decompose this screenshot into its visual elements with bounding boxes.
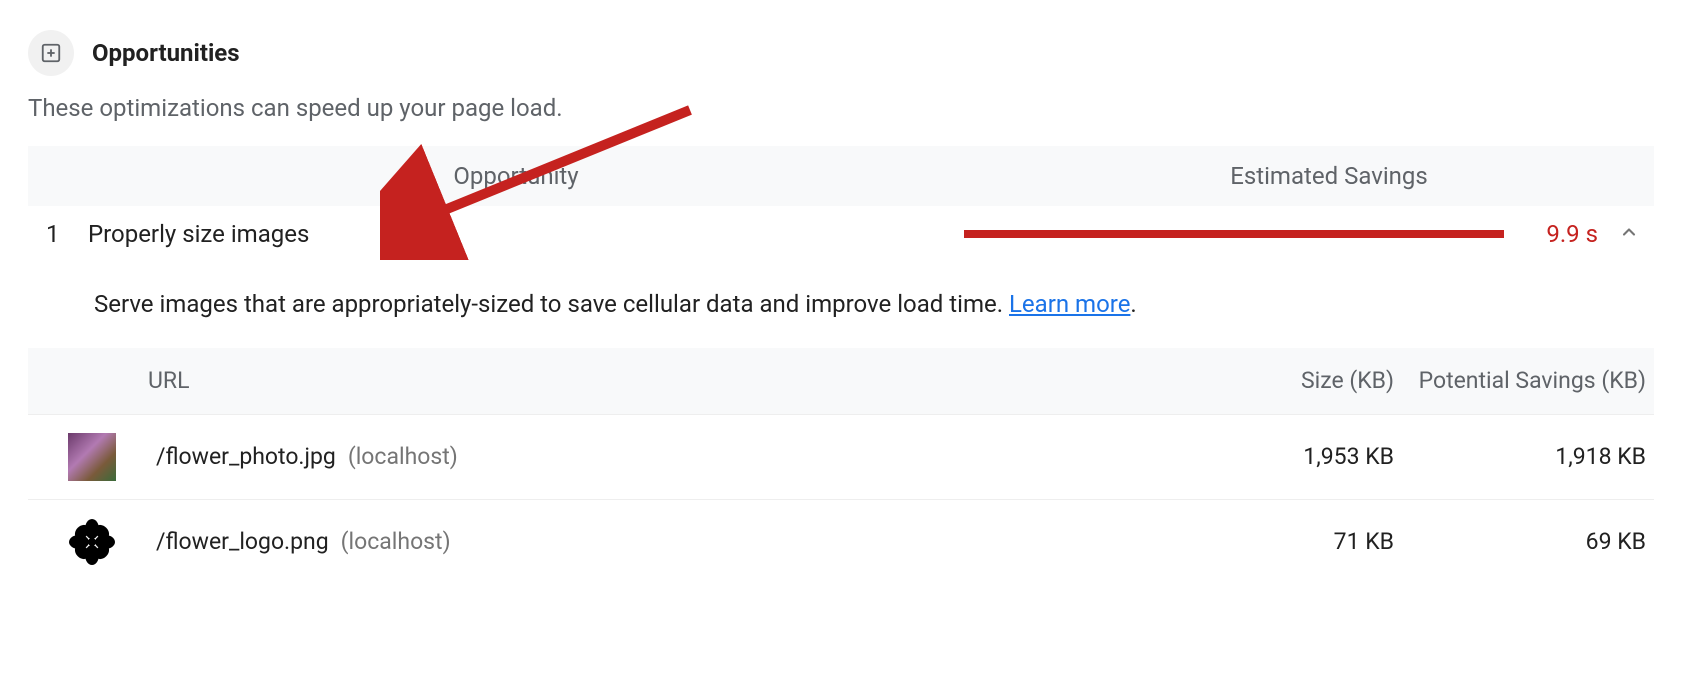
chevron-up-icon[interactable]	[1604, 220, 1654, 248]
opportunity-description: Serve images that are appropriately-size…	[28, 262, 1654, 348]
column-savings-label: Estimated Savings	[1004, 162, 1654, 190]
section-description: These optimizations can speed up your pa…	[28, 94, 1654, 122]
detail-text-after: .	[1130, 290, 1136, 318]
table-header-size: Size (KB)	[1164, 367, 1394, 394]
opportunity-row[interactable]: 1 Properly size images 9.9 s	[28, 206, 1654, 262]
potential-cell: 69 KB	[1394, 528, 1654, 555]
section-header: Opportunities	[28, 30, 1654, 76]
thumbnail-photo-icon	[68, 433, 116, 481]
opportunity-name: Properly size images	[88, 220, 964, 248]
potential-cell: 1,918 KB	[1394, 443, 1654, 470]
url-path: /flower_logo.png	[156, 528, 329, 555]
url-cell[interactable]: /flower_photo.jpg (localhost)	[156, 443, 1164, 470]
url-cell[interactable]: /flower_logo.png (localhost)	[156, 528, 1164, 555]
url-host: (localhost)	[341, 528, 451, 555]
table-header-potential: Potential Savings (KB)	[1394, 366, 1654, 396]
url-path: /flower_photo.jpg	[156, 443, 336, 470]
url-host: (localhost)	[348, 443, 458, 470]
savings-value: 9.9 s	[1504, 220, 1604, 248]
thumbnail-logo-icon	[68, 518, 116, 566]
learn-more-link[interactable]: Learn more	[1009, 290, 1130, 318]
table-header: URL Size (KB) Potential Savings (KB)	[28, 348, 1654, 414]
detail-text-before: Serve images that are appropriately-size…	[94, 290, 1009, 318]
columns-header: Opportunity Estimated Savings	[28, 146, 1654, 206]
opportunity-index: 1	[38, 220, 88, 248]
table-body: /flower_photo.jpg (localhost) 1,953 KB 1…	[28, 414, 1654, 584]
column-opportunity-label: Opportunity	[28, 162, 1004, 190]
table-row: /flower_photo.jpg (localhost) 1,953 KB 1…	[28, 414, 1654, 499]
table-header-url: URL	[28, 367, 1164, 394]
size-cell: 71 KB	[1164, 528, 1394, 555]
section-title: Opportunities	[92, 39, 240, 67]
savings-bar	[964, 230, 1504, 238]
table-row: /flower_logo.png (localhost) 71 KB 69 KB	[28, 499, 1654, 584]
size-cell: 1,953 KB	[1164, 443, 1394, 470]
opportunities-icon	[28, 30, 74, 76]
